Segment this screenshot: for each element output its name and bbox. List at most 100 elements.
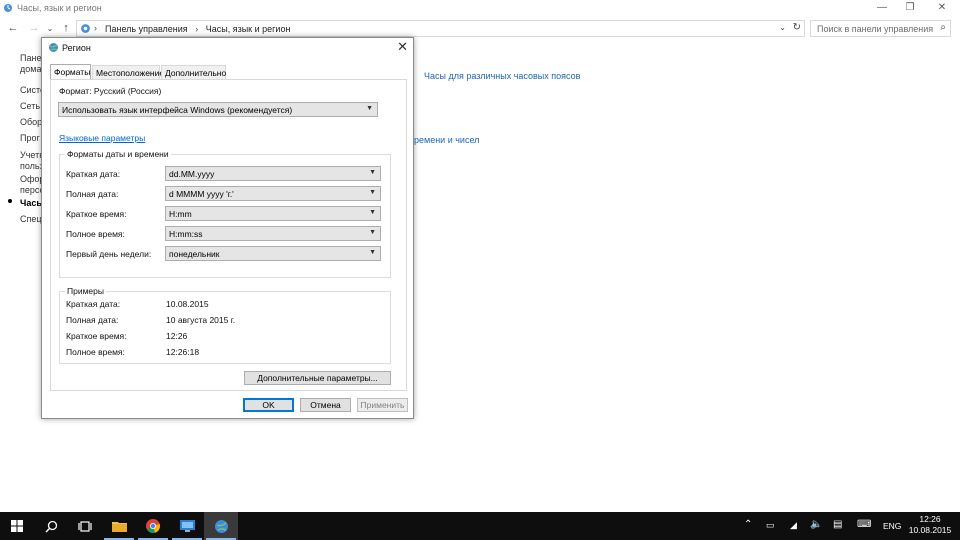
long-date-select[interactable]: d MMMM yyyy 'г.' ▼: [165, 186, 381, 201]
tab-formats[interactable]: Форматы: [50, 64, 91, 79]
short-date-select[interactable]: dd.MM.yyyy ▼: [165, 166, 381, 181]
short-date-value: dd.MM.yyyy: [169, 169, 215, 179]
close-icon[interactable]: ✕: [397, 39, 408, 55]
action-center-icon[interactable]: ▤: [833, 519, 842, 530]
tab-location[interactable]: Местоположение: [92, 65, 164, 79]
sidebar-item[interactable]: Сеть: [20, 101, 40, 111]
chevron-down-icon: ▼: [369, 189, 376, 196]
breadcrumb: Панель управления › Часы, язык и регион: [105, 24, 290, 34]
chevron-right-icon: ›: [94, 23, 97, 33]
clock-date: 10.08.2015: [908, 525, 952, 535]
example-long-date-label: Полная дата:: [66, 315, 119, 325]
breadcrumb-item-clock-region[interactable]: Часы, язык и регион: [206, 24, 291, 34]
sidebar-item[interactable]: дома: [20, 64, 41, 74]
monitor-app-icon: [179, 520, 195, 532]
clock[interactable]: 12:26 10.08.2015: [906, 514, 954, 536]
examples-group-title: Примеры: [65, 286, 106, 296]
dialog-title: Регион: [62, 43, 91, 53]
long-time-select[interactable]: H:mm:ss ▼: [165, 226, 381, 241]
control-panel-taskbar-button[interactable]: [204, 512, 238, 540]
show-hidden-icons-button[interactable]: ⌃: [744, 519, 752, 530]
control-panel-icon: [81, 24, 90, 33]
minimize-button[interactable]: —: [868, 0, 896, 17]
short-time-label: Краткое время:: [66, 209, 127, 219]
first-day-label: Первый день недели:: [66, 249, 152, 259]
chevron-down-icon: ▼: [369, 169, 376, 176]
chevron-down-icon: ▼: [369, 209, 376, 216]
restore-button[interactable]: ❐: [896, 0, 924, 17]
chevron-down-icon: ▼: [369, 249, 376, 256]
examples-group: Примеры Краткая дата: 10.08.2015 Полная …: [59, 286, 391, 364]
search-input[interactable]: Поиск в панели управления ⌕: [810, 20, 951, 37]
example-short-date-value: 10.08.2015: [166, 299, 209, 309]
app-button[interactable]: [170, 512, 204, 540]
chevron-right-icon: ›: [195, 24, 199, 34]
close-window-button[interactable]: ✕: [928, 0, 956, 17]
example-short-date-label: Краткая дата:: [66, 299, 121, 309]
search-icon: [44, 520, 57, 533]
current-item-bullet: [8, 199, 12, 203]
ok-button[interactable]: OK: [243, 398, 294, 412]
taskbar: ⌃ ▭ ◢ 🔈 ▤ ⌨ ENG 12:26 10.08.2015: [0, 512, 960, 540]
search-placeholder: Поиск в панели управления: [817, 24, 934, 34]
short-time-value: H:mm: [169, 209, 192, 219]
clock-time: 12:26: [919, 514, 941, 524]
chevron-down-icon[interactable]: ⌄: [779, 23, 786, 32]
long-time-value: H:mm:ss: [169, 229, 203, 239]
window-titlebar: Часы, язык и регион — ❐ ✕: [0, 0, 960, 17]
battery-icon[interactable]: ▭: [766, 520, 775, 531]
clock-region-icon: [214, 519, 228, 533]
input-language[interactable]: ENG: [883, 521, 901, 531]
format-label: Формат: Русский (Россия): [59, 86, 162, 96]
cancel-button[interactable]: Отмена: [300, 398, 351, 412]
region-globe-icon: [49, 43, 58, 52]
windows-logo-icon: [11, 520, 23, 532]
volume-icon[interactable]: 🔈: [810, 519, 822, 530]
start-button[interactable]: [0, 512, 34, 540]
long-time-label: Полное время:: [66, 229, 125, 239]
breadcrumb-item-control-panel[interactable]: Панель управления: [105, 24, 188, 34]
back-button[interactable]: ←: [6, 22, 20, 34]
up-button[interactable]: ↑: [59, 22, 73, 34]
example-short-time-value: 12:26: [166, 331, 188, 341]
datetime-formats-group: Форматы даты и времени Краткая дата: dd.…: [59, 149, 391, 278]
long-date-value: d MMMM yyyy 'г.': [169, 189, 234, 199]
region-dialog: Регион ✕ Форматы Местоположение Дополнит…: [41, 37, 414, 419]
search-icon: ⌕: [940, 22, 946, 33]
sidebar-item[interactable]: Обор: [20, 117, 42, 127]
search-taskbar-button[interactable]: [34, 512, 68, 540]
format-select[interactable]: Использовать язык интерфейса Windows (ре…: [58, 102, 378, 117]
apply-button[interactable]: Применить: [357, 398, 408, 412]
wifi-icon[interactable]: ◢: [790, 520, 797, 531]
example-short-time-label: Краткое время:: [66, 331, 127, 341]
example-long-date-value: 10 августа 2015 г.: [166, 315, 236, 325]
chrome-button[interactable]: [136, 512, 170, 540]
address-bar[interactable]: › Панель управления › Часы, язык и регио…: [76, 20, 805, 37]
first-day-select[interactable]: понедельник ▼: [165, 246, 381, 261]
chevron-down-icon: ▼: [369, 229, 376, 236]
first-day-value: понедельник: [169, 249, 220, 259]
task-view-button[interactable]: [68, 512, 102, 540]
format-select-value: Использовать язык интерфейса Windows (ре…: [62, 105, 293, 115]
forward-button[interactable]: →: [27, 22, 41, 34]
refresh-icon[interactable]: ↻: [793, 22, 801, 33]
datetime-group-title: Форматы даты и времени: [65, 149, 171, 159]
recent-locations-button[interactable]: ⌄: [43, 24, 57, 33]
window-title: Часы, язык и регион: [17, 3, 102, 13]
short-time-select[interactable]: H:mm ▼: [165, 206, 381, 221]
additional-settings-button[interactable]: Дополнительные параметры...: [244, 371, 391, 385]
tab-advanced[interactable]: Дополнительно: [161, 65, 226, 79]
file-explorer-button[interactable]: [102, 512, 136, 540]
language-settings-link[interactable]: Языковые параметры: [59, 133, 145, 143]
link-time-numbers[interactable]: ремени и чисел: [414, 135, 479, 145]
folder-icon: [111, 522, 127, 532]
sidebar-item[interactable]: Прог: [20, 133, 40, 143]
keyboard-icon[interactable]: ⌨: [857, 519, 871, 530]
link-timezones[interactable]: Часы для различных часовых поясов: [424, 71, 580, 81]
example-long-time-label: Полное время:: [66, 347, 125, 357]
chrome-icon: [146, 519, 160, 533]
formats-panel: Формат: Русский (Россия) Использовать яз…: [50, 79, 407, 391]
short-date-label: Краткая дата:: [66, 169, 121, 179]
sidebar-item[interactable]: Пане: [20, 53, 41, 63]
chevron-down-icon: ▼: [366, 105, 373, 112]
